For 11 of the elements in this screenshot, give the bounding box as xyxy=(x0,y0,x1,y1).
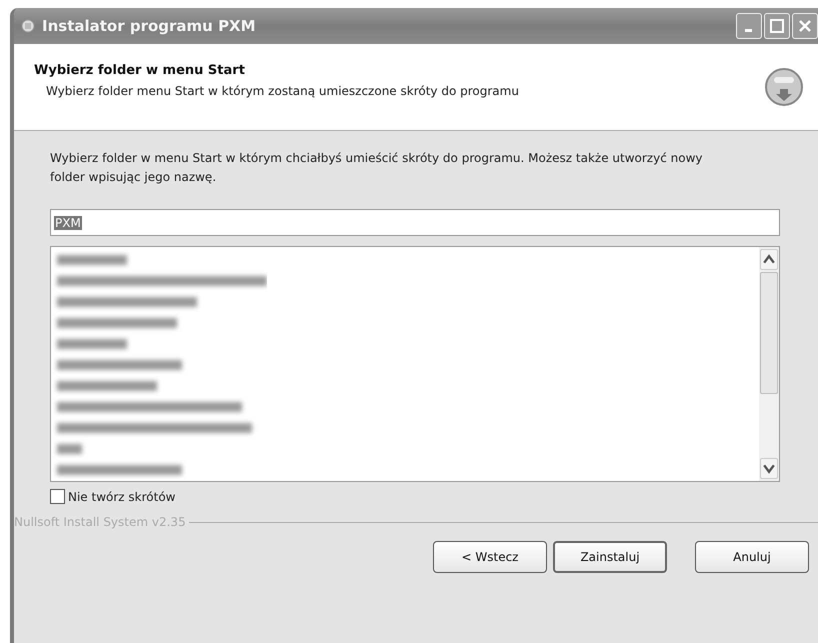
page-title: Wybierz folder w menu Start xyxy=(34,62,246,78)
instructions-text: Wybierz folder w menu Start w którym chciałbyś umieścić skróty do programu. Możesz także utworzyć nowy folder wpisując jego nazwę. xyxy=(50,150,704,186)
field-value: PXM xyxy=(54,216,82,230)
window-title: Instalator programu PXM xyxy=(42,17,257,35)
dialog-button[interactable]: < Wstecz xyxy=(433,541,547,573)
branding-text: Nullsoft Install System v2.35 xyxy=(14,515,186,529)
dialog-button[interactable]: Anuluj xyxy=(695,541,809,573)
checkbox-label: Nie twórz skrótów xyxy=(68,490,176,504)
dialog-button[interactable]: Zainstaluj xyxy=(553,541,667,573)
folder-name-field[interactable]: PXM xyxy=(50,209,780,236)
page-subtitle: Wybierz folder menu Start w którym zostaną umieszczone skróty do programu xyxy=(46,84,520,98)
